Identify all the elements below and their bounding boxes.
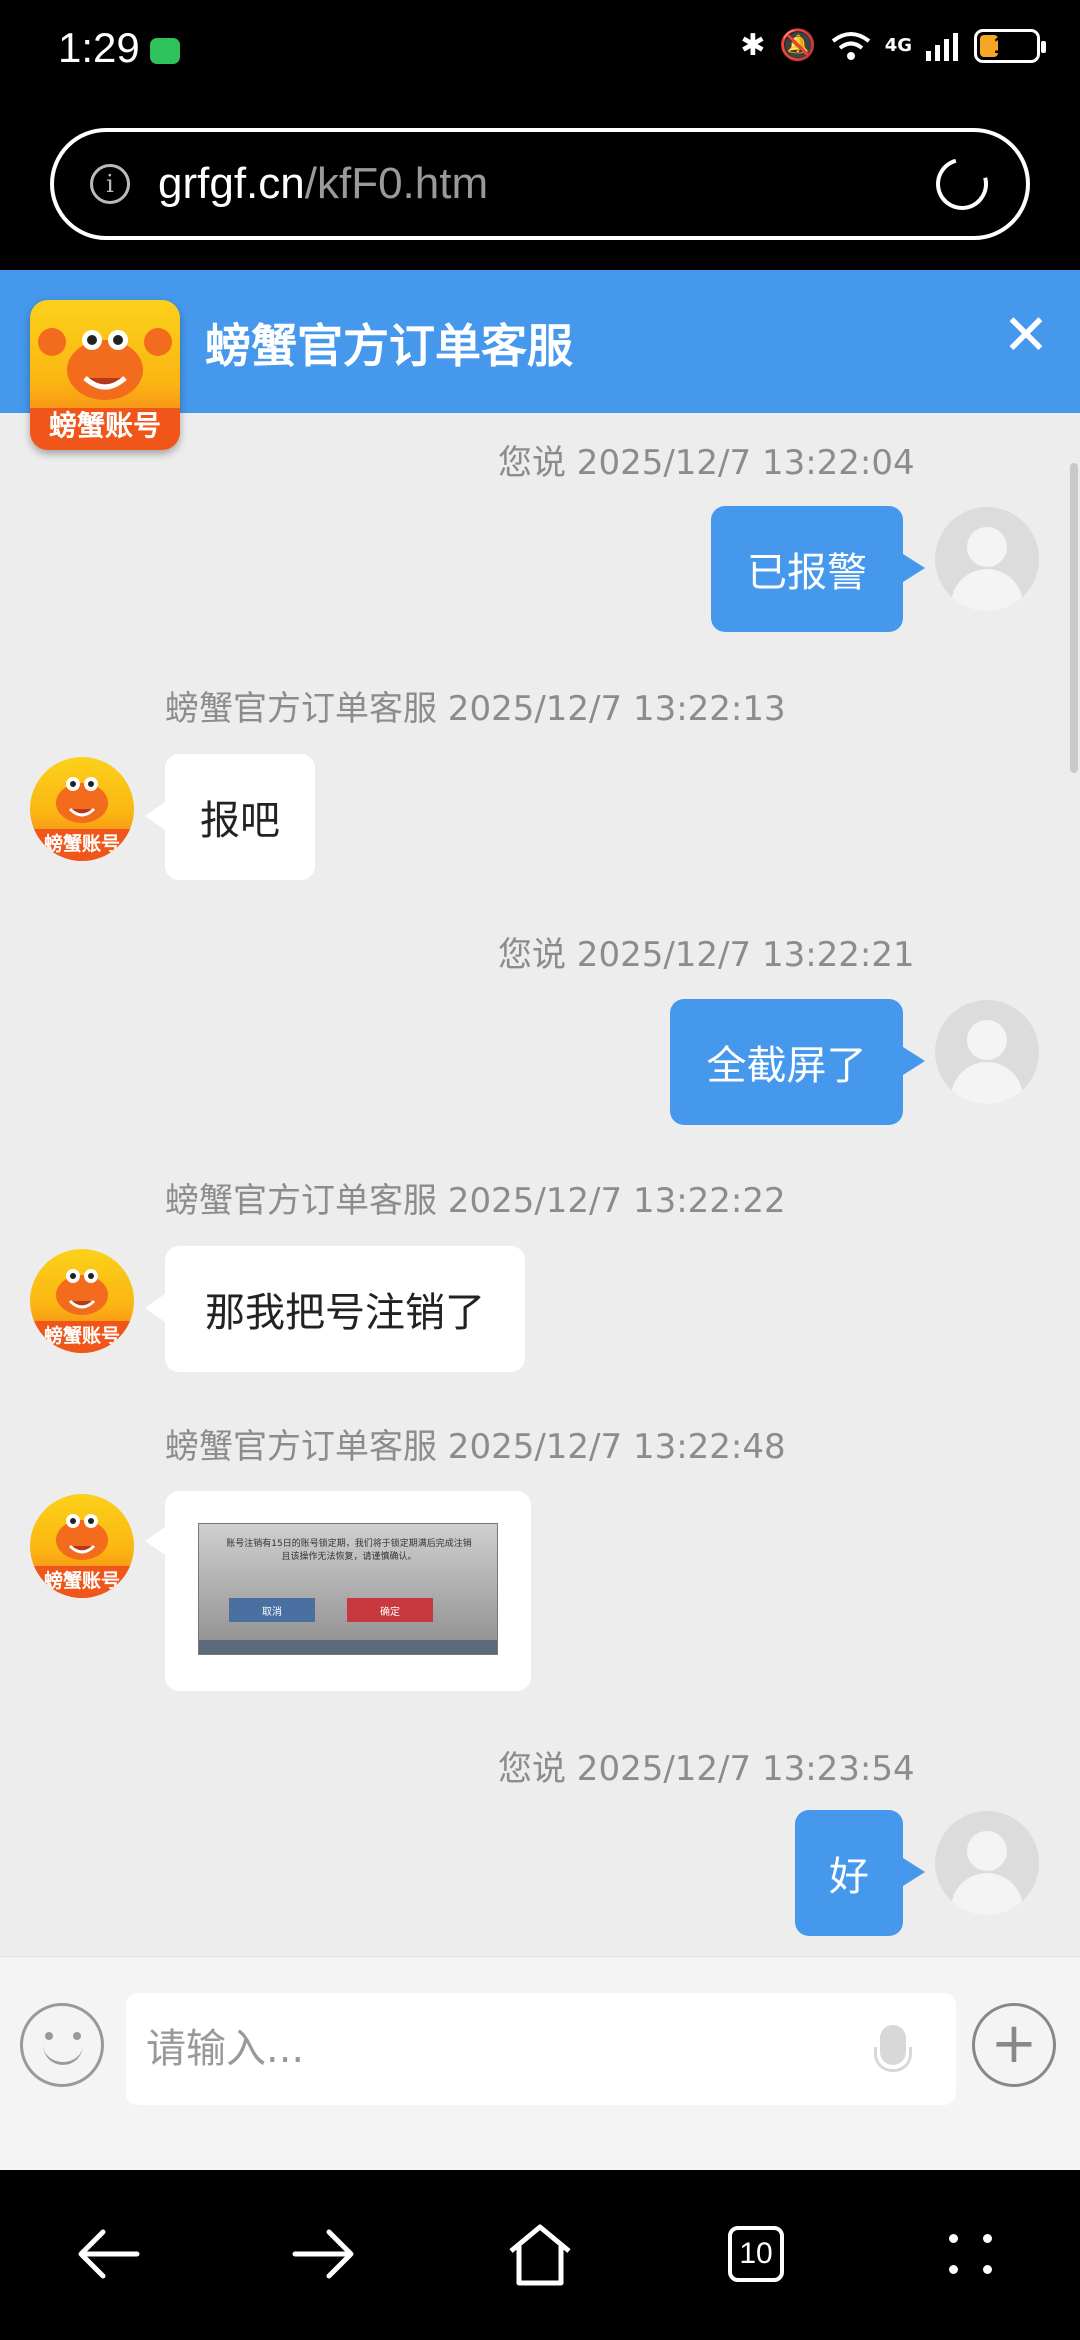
- emoji-icon[interactable]: [20, 2003, 104, 2087]
- chat-scrollbar[interactable]: [1070, 463, 1078, 773]
- svg-text:螃蟹账号: 螃蟹账号: [44, 832, 120, 855]
- message-bubble-me[interactable]: 已报警: [711, 506, 925, 632]
- message-input[interactable]: [126, 1993, 956, 2105]
- thumbnail-confirm-label: 确定: [347, 1598, 433, 1622]
- screenshot-thumbnail[interactable]: 账号注销有15日的账号锁定期，我们将于锁定期满后完成注销且该操作无法恢复，请谨慎…: [198, 1523, 498, 1655]
- message-meta: 螃蟹官方订单客服 2025/12/7 13:22:13: [165, 689, 786, 729]
- info-icon[interactable]: i: [90, 164, 130, 204]
- message-meta: 您说 2025/12/7 13:22:21: [498, 935, 915, 975]
- more-menu-icon[interactable]: [932, 2214, 1012, 2294]
- tabs-button[interactable]: 10: [716, 2214, 796, 2294]
- logo-text: 螃蟹账号: [48, 409, 161, 442]
- signal-icon: [926, 32, 958, 61]
- wechat-notification-icon: [150, 38, 180, 64]
- message-meta: 您说 2025/12/7 13:23:54: [498, 1749, 915, 1789]
- network-label: 4G: [884, 35, 912, 56]
- microphone-icon[interactable]: [874, 2025, 912, 2072]
- tab-count: 10: [728, 2226, 784, 2282]
- forward-icon[interactable]: [284, 2214, 364, 2294]
- back-icon[interactable]: [68, 2214, 148, 2294]
- service-logo: 螃蟹账号: [30, 300, 180, 450]
- message-input-bar: +: [0, 1956, 1080, 2171]
- battery-icon: 17: [974, 28, 1046, 63]
- mute-bell-icon: 🔕: [779, 28, 817, 63]
- svg-text:螃蟹账号: 螃蟹账号: [44, 1569, 120, 1592]
- url-text[interactable]: grfgf.cn/kfF0.htm: [158, 159, 488, 209]
- message-bubble-me[interactable]: 全截屏了: [670, 999, 925, 1125]
- chat-area[interactable]: 您说 2025/12/7 13:22:04 已报警 螃蟹官方订单客服 2025/…: [0, 413, 1080, 1956]
- battery-level: 17: [993, 31, 1021, 59]
- message-meta: 螃蟹官方订单客服 2025/12/7 13:22:48: [165, 1427, 786, 1467]
- message-meta: 您说 2025/12/7 13:22:04: [498, 443, 915, 483]
- message-bubble-service[interactable]: 报吧: [145, 754, 315, 880]
- url-domain: grfgf.cn: [158, 159, 305, 208]
- message-bubble-service[interactable]: 那我把号注销了: [145, 1246, 525, 1372]
- bluetooth-icon: ✱: [740, 28, 766, 63]
- home-icon[interactable]: [500, 2214, 580, 2294]
- user-avatar: [935, 1811, 1039, 1915]
- reload-icon[interactable]: [926, 148, 998, 220]
- thumbnail-text: 账号注销有15日的账号锁定期，我们将于锁定期满后完成注销且该操作无法恢复，请谨慎…: [226, 1539, 472, 1562]
- browser-nav-bar: 10: [0, 2170, 1080, 2340]
- plus-icon[interactable]: +: [972, 2003, 1056, 2087]
- user-avatar: [935, 1000, 1039, 1104]
- url-path: /kfF0.htm: [304, 159, 489, 208]
- status-icons: ✱ 🔕 4G 17: [740, 28, 1046, 63]
- user-avatar: [935, 507, 1039, 611]
- service-avatar: 螃蟹账号: [30, 757, 134, 861]
- message-bubble-me[interactable]: 好: [795, 1810, 925, 1936]
- browser-toolbar: i grfgf.cn/kfF0.htm: [0, 110, 1080, 270]
- status-time: 1:29: [58, 24, 140, 71]
- wifi-icon: [831, 31, 870, 60]
- service-avatar: 螃蟹账号: [30, 1249, 134, 1353]
- status-bar: 1:29 ✱ 🔕 4G 17: [0, 0, 1080, 110]
- svg-text:螃蟹账号: 螃蟹账号: [44, 1324, 120, 1347]
- chat-title: 螃蟹官方订单客服: [205, 319, 573, 373]
- thumbnail-cancel-label: 取消: [229, 1598, 315, 1622]
- service-avatar: 螃蟹账号: [30, 1494, 134, 1598]
- close-icon[interactable]: ✕: [996, 306, 1056, 366]
- address-bar[interactable]: i grfgf.cn/kfF0.htm: [50, 128, 1030, 240]
- message-meta: 螃蟹官方订单客服 2025/12/7 13:22:22: [165, 1181, 786, 1221]
- message-image-bubble[interactable]: 账号注销有15日的账号锁定期，我们将于锁定期满后完成注销且该操作无法恢复，请谨慎…: [145, 1491, 531, 1691]
